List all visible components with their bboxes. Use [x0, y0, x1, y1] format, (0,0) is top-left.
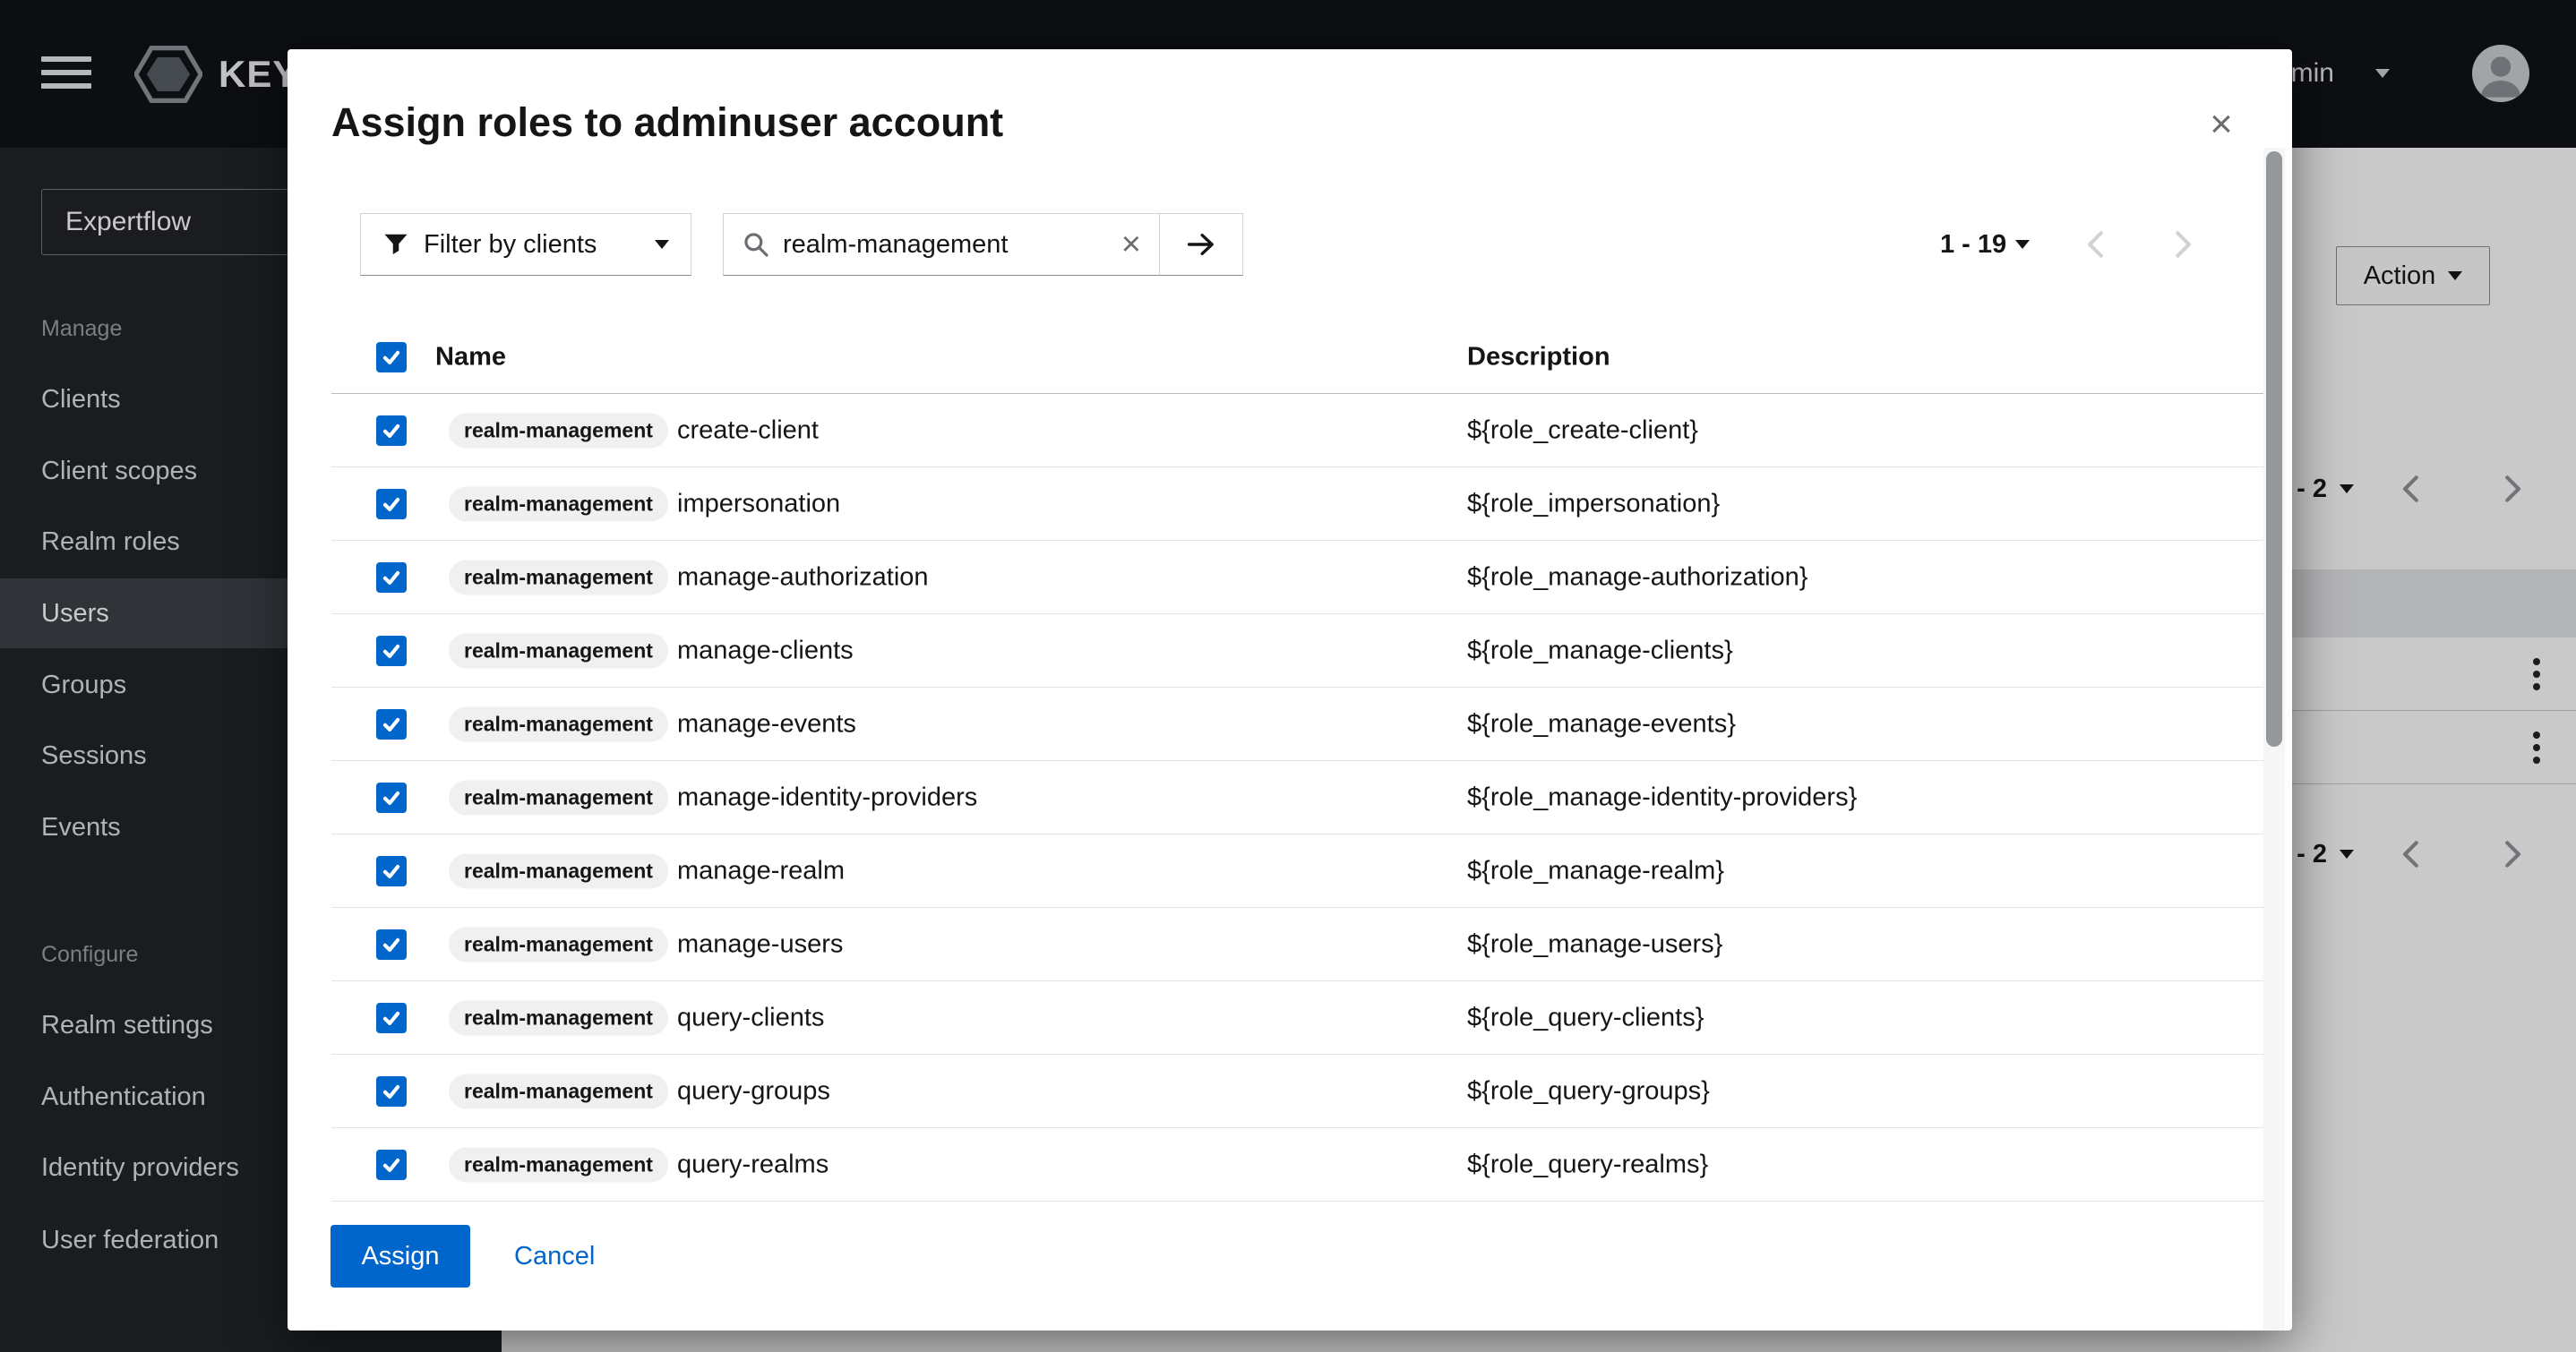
role-description-cell: ${role_query-groups} [1467, 1076, 1710, 1106]
table-row: realm-management manage-users ${role_man… [331, 908, 2263, 981]
check-icon [382, 421, 401, 441]
check-icon [382, 788, 401, 808]
modal-scrollbar[interactable] [2263, 148, 2285, 1331]
arrow-right-icon [1186, 229, 1216, 260]
row-checkbox[interactable] [376, 709, 407, 740]
search-icon [742, 230, 770, 259]
pagination-next-button[interactable] [2165, 227, 2199, 261]
row-checkbox[interactable] [376, 856, 407, 886]
pagination: 1 - 19 [1940, 213, 2199, 276]
table-row: realm-management manage-clients ${role_m… [331, 614, 2263, 688]
column-header-name: Name [435, 343, 506, 372]
table-row: realm-management manage-events ${role_ma… [331, 688, 2263, 761]
check-icon [382, 861, 401, 881]
role-name-cell: manage-identity-providers [677, 783, 977, 812]
role-description-cell: ${role_query-clients} [1467, 1003, 1704, 1032]
client-badge: realm-management [449, 780, 668, 815]
role-name-cell: create-client [677, 415, 819, 445]
filter-label: Filter by clients [424, 230, 640, 260]
assign-roles-modal: Assign roles to adminuser account × Filt… [288, 49, 2292, 1331]
column-header-description: Description [1467, 343, 1610, 372]
search-submit-button[interactable] [1159, 213, 1243, 276]
check-icon [382, 347, 401, 367]
check-icon [382, 1082, 401, 1101]
filter-caret-icon [655, 240, 669, 249]
row-checkbox[interactable] [376, 1003, 407, 1033]
role-name-cell: query-clients [677, 1003, 824, 1032]
pagination-caret-icon[interactable] [2015, 240, 2030, 249]
close-icon[interactable]: × [2197, 100, 2245, 149]
pagination-prev-button[interactable] [2080, 227, 2114, 261]
check-icon [382, 1008, 401, 1028]
client-badge: realm-management [449, 927, 668, 962]
table-row: realm-management manage-identity-provide… [331, 761, 2263, 834]
check-icon [382, 935, 401, 954]
role-description-cell: ${role_create-client} [1467, 415, 1698, 445]
table-row: realm-management manage-authorization ${… [331, 541, 2263, 614]
role-description-cell: ${role_manage-identity-providers} [1467, 783, 1857, 812]
role-description-cell: ${role_manage-events} [1467, 709, 1736, 739]
client-badge: realm-management [449, 1147, 668, 1182]
client-badge: realm-management [449, 413, 668, 448]
role-description-cell: ${role_query-realms} [1467, 1150, 1708, 1179]
modal-title: Assign roles to adminuser account [331, 99, 1003, 146]
role-name-cell: impersonation [677, 489, 840, 518]
client-badge: realm-management [449, 706, 668, 741]
row-checkbox[interactable] [376, 783, 407, 813]
row-checkbox[interactable] [376, 1150, 407, 1180]
table-row: realm-management query-clients ${role_qu… [331, 981, 2263, 1055]
assign-button[interactable]: Assign [331, 1225, 470, 1288]
row-checkbox[interactable] [376, 929, 407, 960]
client-badge: realm-management [449, 633, 668, 668]
pagination-range[interactable]: 1 - 19 [1940, 230, 2006, 260]
client-badge: realm-management [449, 1074, 668, 1108]
check-icon [382, 1155, 401, 1175]
role-name-cell: manage-authorization [677, 562, 929, 592]
check-icon [382, 641, 401, 661]
role-description-cell: ${role_manage-users} [1467, 929, 1722, 959]
filter-icon [382, 231, 409, 258]
filter-dropdown[interactable]: Filter by clients [360, 213, 691, 276]
client-badge: realm-management [449, 486, 668, 521]
client-badge: realm-management [449, 1000, 668, 1035]
table-row: realm-management query-realms ${role_que… [331, 1128, 2263, 1202]
row-checkbox[interactable] [376, 489, 407, 519]
search-input-wrapper: × [723, 213, 1160, 276]
client-badge: realm-management [449, 560, 668, 595]
check-icon [382, 494, 401, 514]
table-row: realm-management manage-realm ${role_man… [331, 834, 2263, 908]
roles-table-body: realm-management create-client ${role_cr… [331, 394, 2263, 1202]
select-all-checkbox[interactable] [376, 342, 407, 372]
check-icon [382, 568, 401, 587]
search-group: × [723, 213, 1243, 276]
clear-search-icon[interactable]: × [1121, 227, 1141, 261]
table-header: Name Description [331, 321, 2263, 394]
table-row: realm-management create-client ${role_cr… [331, 394, 2263, 467]
row-checkbox[interactable] [376, 415, 407, 446]
table-row: realm-management impersonation ${role_im… [331, 467, 2263, 541]
role-name-cell: query-realms [677, 1150, 829, 1179]
modal-scrollbar-thumb[interactable] [2266, 151, 2282, 747]
role-description-cell: ${role_manage-realm} [1467, 856, 1724, 886]
role-name-cell: query-groups [677, 1076, 830, 1106]
check-icon [382, 715, 401, 734]
client-badge: realm-management [449, 853, 668, 888]
table-row: realm-management query-groups ${role_que… [331, 1055, 2263, 1128]
role-name-cell: manage-users [677, 929, 843, 959]
role-name-cell: manage-clients [677, 636, 854, 665]
search-input[interactable] [783, 230, 1109, 260]
row-checkbox[interactable] [376, 562, 407, 593]
role-name-cell: manage-events [677, 709, 856, 739]
role-description-cell: ${role_manage-authorization} [1467, 562, 1808, 592]
row-checkbox[interactable] [376, 1076, 407, 1107]
role-description-cell: ${role_manage-clients} [1467, 636, 1733, 665]
role-name-cell: manage-realm [677, 856, 845, 886]
row-checkbox[interactable] [376, 636, 407, 666]
cancel-button[interactable]: Cancel [514, 1225, 595, 1288]
role-description-cell: ${role_impersonation} [1467, 489, 1720, 518]
